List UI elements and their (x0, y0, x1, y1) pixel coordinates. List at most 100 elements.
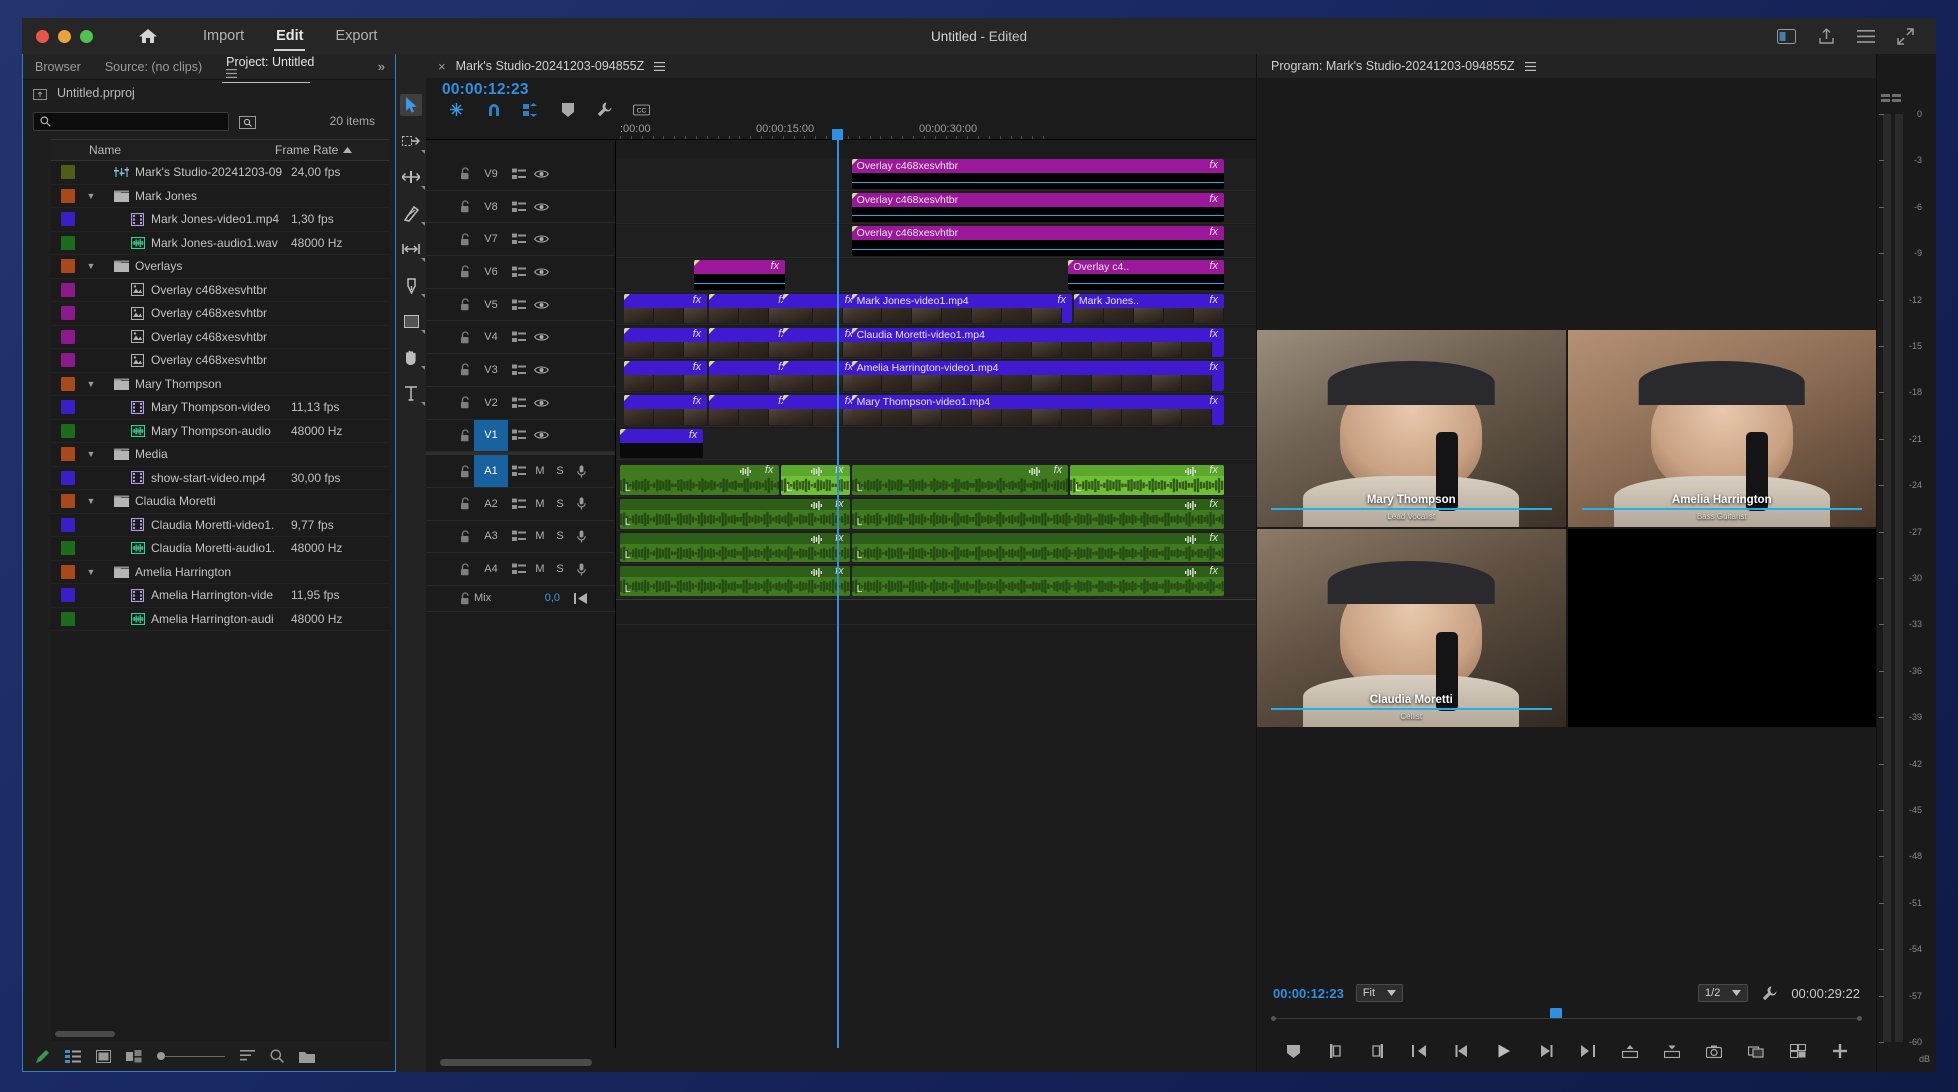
panel-menu-icon[interactable] (226, 69, 322, 78)
disclosure-triangle-icon[interactable]: ▼ (83, 567, 99, 577)
tab-import[interactable]: Import (187, 24, 260, 48)
project-list-item[interactable]: Overlay c468xesvhtbr (51, 302, 389, 326)
eye-icon[interactable] (530, 202, 552, 212)
timeline-clip[interactable]: fx (693, 260, 786, 290)
timeline-clip[interactable]: Lfx (781, 465, 850, 495)
label-color-swatch[interactable] (61, 376, 75, 391)
column-header-name[interactable]: Name (89, 143, 275, 157)
window-controls[interactable] (22, 29, 93, 43)
timeline-clip[interactable]: fx (619, 428, 704, 459)
sync-lock-icon[interactable] (508, 465, 530, 477)
timeline-clip[interactable]: Lfx (851, 465, 1069, 495)
eye-icon[interactable] (530, 332, 552, 342)
solo-button-a4[interactable]: S (550, 563, 570, 575)
track-header-a3[interactable]: A3 M S (426, 521, 615, 554)
track-lane-v2[interactable]: fxfxfxMary Thompson-video1.mp4fx (616, 393, 1256, 427)
tab-browser[interactable]: Browser (23, 56, 93, 78)
project-list-item[interactable]: Amelia Harrington-vide 11,95 fps (51, 584, 389, 608)
solo-button-a1[interactable]: S (550, 465, 570, 477)
multicam-cell[interactable]: Mary Thompson Lead Vocalist (1257, 329, 1566, 527)
eye-icon[interactable] (530, 398, 552, 408)
selection-tool[interactable] (400, 94, 422, 116)
slip-tool[interactable] (400, 238, 425, 262)
comparison-view-button[interactable] (1746, 1042, 1766, 1060)
eye-icon[interactable] (530, 169, 552, 179)
lift-button[interactable] (1620, 1042, 1640, 1060)
label-color-swatch[interactable] (61, 470, 75, 485)
play-stop-button[interactable] (1494, 1042, 1514, 1060)
track-lane-v4[interactable]: fxfxfxClaudia Moretti-video1.mp4fx (616, 326, 1256, 360)
timeline-clip[interactable]: Lfx (1070, 465, 1224, 495)
project-list-item[interactable]: Overlay c468xesvhtbr (51, 279, 389, 302)
track-target-v8[interactable]: V8 (474, 201, 508, 213)
project-list-item[interactable]: Overlay c468xesvhtbr (51, 349, 389, 373)
track-lane-v9[interactable]: Overlay c468xesvhtbr fx (616, 158, 1256, 191)
project-list-item[interactable]: Overlay c468xesvhtbr (51, 326, 389, 349)
project-horizontal-scrollbar[interactable] (55, 1031, 115, 1037)
timeline-clip[interactable]: Lfx (619, 532, 850, 563)
lock-open-icon[interactable] (456, 331, 474, 344)
lock-open-icon[interactable] (456, 497, 474, 510)
sort-icon[interactable] (240, 1050, 255, 1062)
label-color-swatch[interactable] (61, 447, 75, 462)
track-header-a2[interactable]: A2 M S (426, 488, 615, 521)
fullscreen-icon[interactable] (1897, 27, 1914, 45)
project-list-item[interactable]: Amelia Harrington-audi 48000 Hz (51, 608, 389, 631)
disclosure-triangle-icon[interactable]: ▼ (83, 496, 99, 506)
tab-export[interactable]: Export (319, 24, 393, 48)
label-color-swatch[interactable] (61, 188, 75, 203)
multicam-cell[interactable]: Amelia Harrington Bass Guitarist (1567, 329, 1876, 527)
step-forward-button[interactable] (1536, 1042, 1556, 1060)
label-color-swatch[interactable] (61, 564, 75, 579)
lock-open-icon[interactable] (456, 167, 474, 180)
ruler-playhead-handle[interactable] (832, 129, 843, 140)
lock-open-icon[interactable] (456, 592, 474, 605)
panel-menu-icon[interactable] (654, 61, 666, 71)
label-color-swatch[interactable] (61, 423, 75, 438)
mute-button-a1[interactable]: M (530, 465, 550, 477)
scrubber-playhead[interactable] (1550, 1008, 1562, 1018)
tab-edit[interactable]: Edit (260, 24, 319, 51)
disclosure-triangle-icon[interactable]: ▼ (83, 261, 99, 271)
sync-lock-icon[interactable] (508, 331, 530, 343)
timeline-clip[interactable]: fx (709, 293, 793, 324)
timeline-clip[interactable]: Lfx (619, 566, 850, 597)
solo-button-a3[interactable]: S (550, 530, 570, 542)
project-list-item[interactable]: ▼ Claudia Moretti (51, 490, 389, 514)
project-list-item[interactable]: Mary Thompson-audio 48000 Hz (51, 420, 389, 443)
sync-lock-icon[interactable] (508, 397, 530, 409)
wrench-icon[interactable] (1762, 986, 1777, 1001)
close-icon[interactable]: × (438, 59, 446, 74)
pen-tool[interactable] (400, 274, 425, 298)
mute-button-a2[interactable]: M (530, 498, 550, 510)
timeline-clip[interactable]: fx (709, 327, 793, 358)
disclosure-triangle-icon[interactable]: ▼ (83, 191, 99, 201)
search-input-wrapper[interactable] (33, 111, 229, 131)
program-monitor-stage[interactable]: Mary Thompson Lead Vocalist Amelia Harring… (1257, 78, 1876, 978)
track-header-mix[interactable]: Mix 0,0 (426, 586, 615, 612)
find-icon[interactable] (270, 1049, 284, 1063)
lock-open-icon[interactable] (456, 298, 474, 311)
mix-end-icon[interactable] (574, 592, 588, 604)
timeline-horizontal-scrollbar[interactable] (440, 1059, 592, 1066)
track-select-forward-tool[interactable] (400, 130, 425, 154)
playback-resolution-select[interactable]: 1/2 (1698, 984, 1749, 1002)
timeline-clip[interactable]: fx (623, 361, 708, 391)
track-target-a3[interactable]: A3 (474, 530, 508, 542)
export-frame-button[interactable] (1704, 1042, 1724, 1060)
track-target-a1[interactable]: A1 (474, 455, 508, 487)
audio-meters-panel[interactable]: 0 -3 -6 -9 -12 -15 -18 -21 -24 -27 -30 -33 -36 -39 -42… (1876, 54, 1936, 1072)
freeform-view-icon[interactable] (126, 1049, 142, 1063)
track-lane-v8[interactable]: Overlay c468xesvhtbr fx (616, 191, 1256, 225)
track-header-v7[interactable]: V7 (426, 223, 615, 257)
timeline-playhead[interactable] (837, 140, 839, 1048)
tab-source[interactable]: Source: (no clips) (93, 56, 214, 78)
go-to-out-button[interactable] (1578, 1042, 1598, 1060)
lock-open-icon[interactable] (456, 265, 474, 278)
label-color-swatch[interactable] (61, 541, 75, 556)
snap-button[interactable] (485, 102, 502, 117)
timeline-clip[interactable]: Mark Jones-video1.mp4 fx (851, 293, 1072, 324)
project-list-item[interactable]: Mark Jones-video1.mp4 1,30 fps (51, 208, 389, 232)
track-lane-a2[interactable]: Lfx Lfx (616, 498, 1256, 531)
timeline-clip[interactable]: fx (623, 293, 708, 324)
